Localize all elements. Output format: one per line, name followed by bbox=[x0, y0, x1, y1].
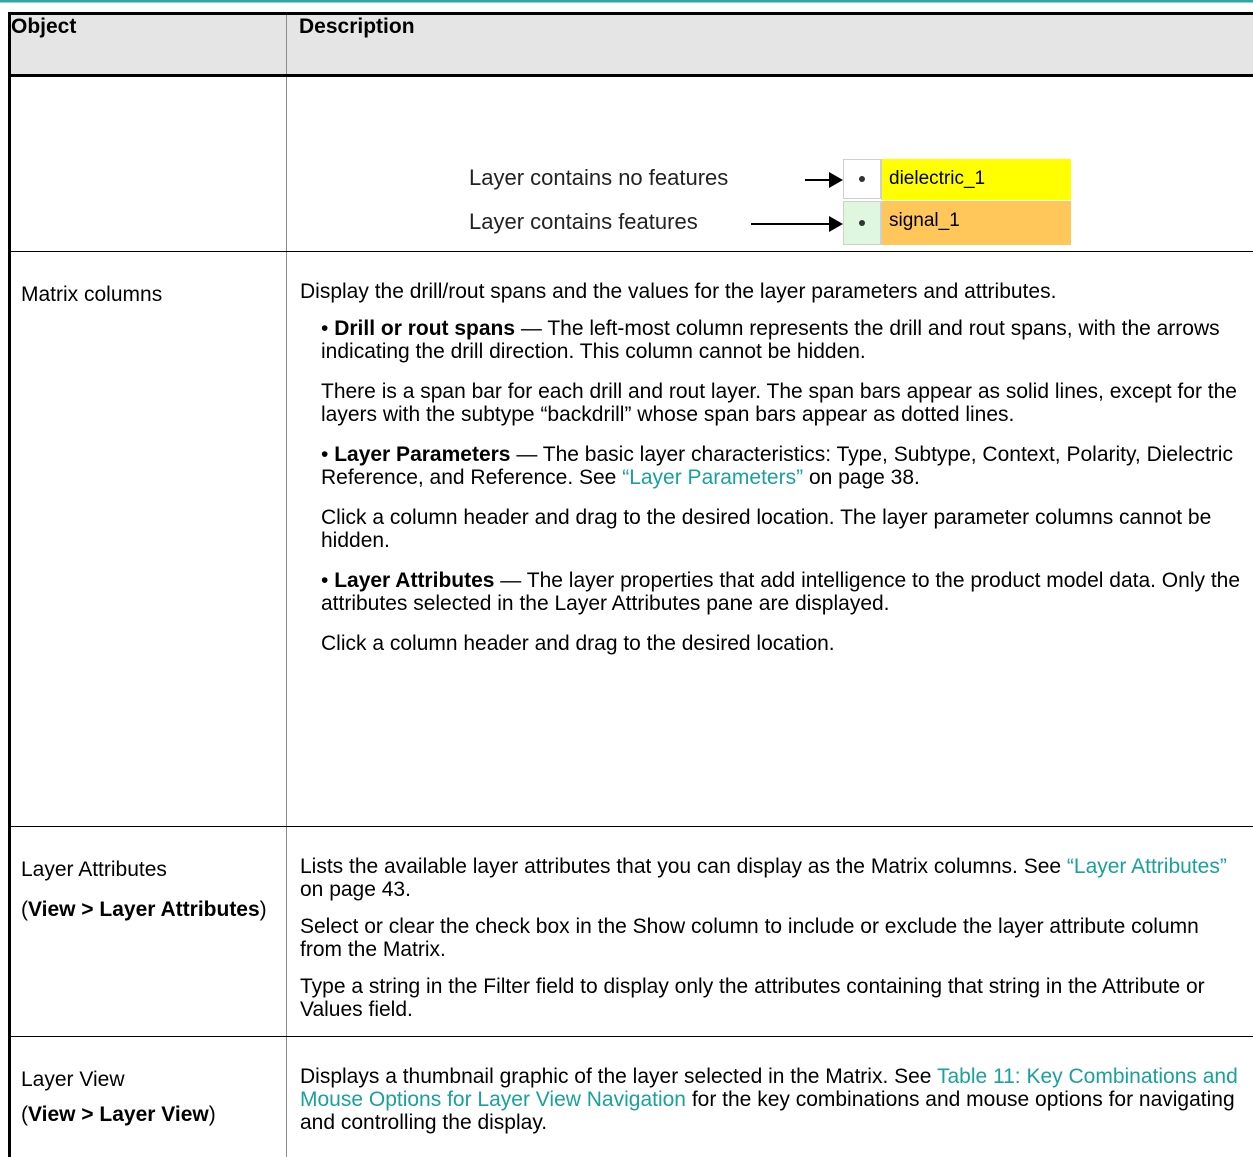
layer-params-after: on page 38. bbox=[809, 466, 920, 489]
header-object: Object bbox=[10, 14, 287, 76]
drill-spans-note: There is a span bar for each drill and r… bbox=[321, 380, 1243, 426]
object-layer-attributes: Layer Attributes bbox=[21, 857, 286, 882]
description-cell: Lists the available layer attributes tha… bbox=[287, 827, 1253, 1037]
layer-params-link[interactable]: “Layer Parameters” bbox=[622, 466, 803, 489]
status-dot-empty bbox=[859, 176, 865, 182]
object-layer-view: Layer View bbox=[21, 1067, 286, 1092]
attributes-p3: Type a string in the Filter field to dis… bbox=[300, 975, 1243, 1021]
object-layer-attributes-menu: (View > Layer Attributes) bbox=[21, 899, 286, 921]
arrow-no-features bbox=[805, 179, 841, 181]
layer-attrs-item: • Layer Attributes — The layer propertie… bbox=[321, 569, 1243, 615]
view-p1: Displays a thumbnail graphic of the laye… bbox=[300, 1065, 1243, 1134]
layer-features-figure: Layer contains no features Layer contain… bbox=[287, 77, 1253, 251]
arrow-features bbox=[751, 223, 841, 225]
drill-spans-title: Drill or rout spans bbox=[334, 317, 515, 340]
label-no-features: Layer contains no features bbox=[469, 165, 728, 191]
object-cell-empty bbox=[10, 76, 287, 252]
attributes-p2: Select or clear the check box in the Sho… bbox=[300, 915, 1243, 961]
table-row-attributes: Layer Attributes (View > Layer Attribute… bbox=[10, 827, 1253, 1037]
label-features: Layer contains features bbox=[469, 209, 698, 235]
description-table: Object Description Layer contains no fea… bbox=[8, 12, 1253, 1157]
object-layer-view-menu: (View > Layer View) bbox=[21, 1104, 286, 1126]
layer-name-dielectric: dielectric_1 bbox=[881, 159, 1071, 200]
status-dot-features bbox=[859, 220, 865, 226]
layer-attrs-note: Click a column header and drag to the de… bbox=[321, 632, 1243, 655]
layer-params-item: • Layer Parameters — The basic layer cha… bbox=[321, 443, 1243, 489]
object-cell: Matrix columns bbox=[10, 252, 287, 827]
table-row-figure: Layer contains no features Layer contain… bbox=[10, 76, 1253, 252]
attributes-p1: Lists the available layer attributes tha… bbox=[300, 855, 1243, 901]
layer-attrs-title: Layer Attributes bbox=[334, 569, 494, 592]
object-matrix-columns: Matrix columns bbox=[21, 282, 286, 307]
top-rule-light bbox=[0, 2, 1253, 3]
layer-params-note: Click a column header and drag to the de… bbox=[321, 506, 1243, 552]
description-cell: Display the drill/rout spans and the val… bbox=[287, 252, 1253, 827]
table-row-matrix: Matrix columns Display the drill/rout sp… bbox=[10, 252, 1253, 827]
table-header-row: Object Description bbox=[10, 14, 1253, 76]
figure-cell: Layer contains no features Layer contain… bbox=[287, 76, 1253, 252]
layer-params-title: Layer Parameters bbox=[334, 443, 510, 466]
header-description: Description bbox=[287, 14, 1253, 76]
layer-attributes-link[interactable]: “Layer Attributes” bbox=[1067, 855, 1227, 878]
matrix-intro: Display the drill/rout spans and the val… bbox=[300, 280, 1243, 303]
layer-name-signal: signal_1 bbox=[881, 201, 1071, 245]
drill-spans-item: • Drill or rout spans — The left-most co… bbox=[321, 317, 1243, 363]
object-cell: Layer Attributes (View > Layer Attribute… bbox=[10, 827, 287, 1037]
